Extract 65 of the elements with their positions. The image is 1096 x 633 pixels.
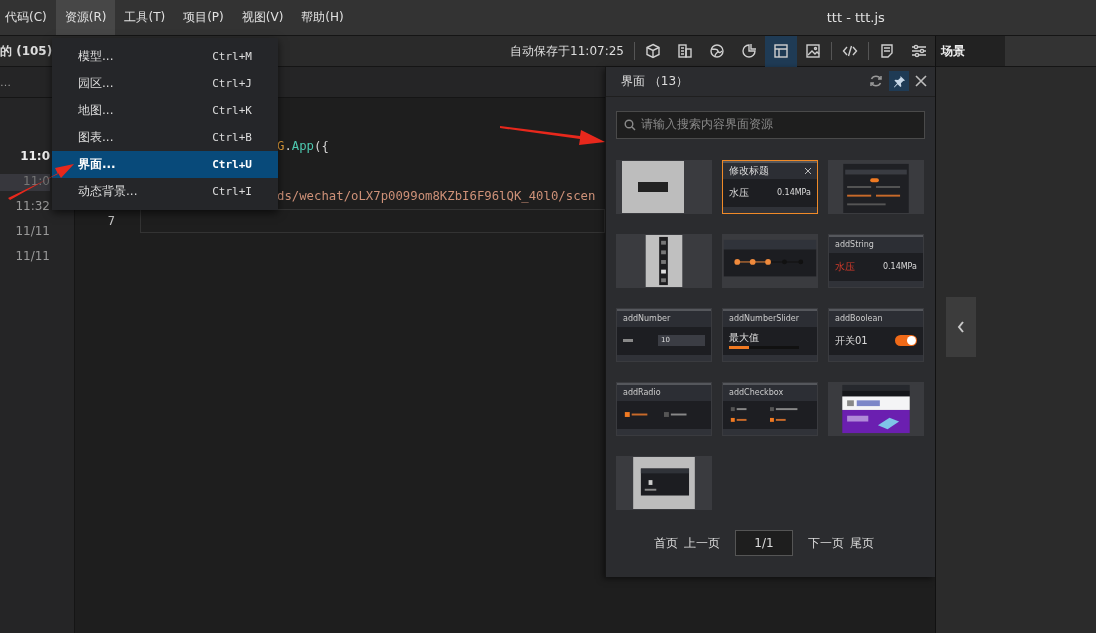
menu-item[interactable]: 工具(T) — [115, 0, 175, 35]
previous-page-link[interactable]: 上一页 — [684, 534, 720, 552]
button-preview-drawing — [638, 181, 668, 192]
history-item[interactable]: 11/11 — [0, 249, 50, 266]
history-item[interactable]: 11:0 — [0, 149, 50, 166]
field-label-drawing — [623, 339, 633, 343]
ui-thumbnail[interactable] — [616, 233, 712, 288]
next-page-link[interactable]: 下一页 — [808, 534, 844, 552]
refresh-icon[interactable] — [869, 74, 883, 89]
line-number: 7 — [107, 213, 115, 228]
menu-item[interactable]: 帮助(H) — [292, 0, 353, 35]
history-item[interactable]: 11/11 — [0, 224, 50, 241]
menu-item[interactable]: 园区... Ctrl+J — [52, 70, 278, 97]
menu-item[interactable]: 代码(C) — [0, 0, 56, 35]
card-title: addString — [835, 240, 874, 250]
ui-thumbnail[interactable] — [828, 381, 924, 436]
card-title: addCheckbox — [729, 388, 784, 398]
ui-thumbnail[interactable]: addString 水压 0.14MPa — [828, 233, 924, 288]
code-line: ds/wechat/oLX7p0099om8KZbI6F96lQK_40l0/scen — [277, 188, 596, 203]
panel-title: 的 (105) — [0, 42, 53, 60]
ui-thumbnail[interactable]: addCheckbox — [722, 381, 818, 436]
card-title: addNumber — [623, 314, 671, 324]
ui-thumbnail[interactable]: addBoolean 开关01 — [828, 307, 924, 362]
layout-icon[interactable] — [765, 35, 797, 67]
menu-item[interactable]: 资源(R) — [55, 0, 116, 35]
ui-thumbnail[interactable]: addNumberSlider 最大值 — [722, 307, 818, 362]
panel-title: 界面 （13） — [621, 72, 689, 90]
ui-thumbnail[interactable]: addRadio — [616, 381, 712, 436]
card-title: addBoolean — [835, 314, 883, 324]
card-title: 修改标题 — [729, 163, 769, 178]
card-title: addNumberSlider — [729, 314, 799, 324]
first-page-link[interactable]: 首页 — [654, 534, 678, 552]
history-item[interactable]: 11:32 — [0, 199, 50, 216]
menu-item[interactable]: 图表... Ctrl+B — [52, 124, 278, 151]
ui-thumbnail[interactable] — [828, 159, 924, 214]
menu-item[interactable]: 地图... Ctrl+K — [52, 97, 278, 124]
last-page-link[interactable]: 尾页 — [850, 534, 874, 552]
autosave-status: 自动保存于11:07:25 — [510, 42, 624, 60]
field-value: 0.14MPa — [776, 188, 811, 198]
ui-thumbnail[interactable] — [616, 455, 712, 510]
scene-tab[interactable]: 场景 — [936, 36, 1005, 66]
menu-item[interactable]: 视图(V) — [232, 0, 293, 35]
search-icon — [624, 118, 636, 131]
field-value: 0.14MPa — [882, 262, 917, 272]
search-field[interactable]: 请输入搜索内容界面资源 — [616, 110, 925, 139]
menu-item[interactable]: 动态背景... Ctrl+I — [52, 178, 278, 205]
field-label: 水压 — [835, 259, 855, 274]
menu-item[interactable]: 项目(P) — [174, 0, 233, 35]
page-field[interactable]: 1/1 — [735, 530, 793, 557]
pin-icon[interactable] — [889, 71, 909, 92]
code-line: G.App({ — [277, 138, 329, 153]
menu-item[interactable]: 界面... Ctrl+U — [52, 151, 278, 178]
close-icon[interactable] — [915, 75, 927, 88]
card-title: addRadio — [623, 388, 661, 398]
ui-thumbnail[interactable]: 修改标题 水压 0.14MPa — [722, 159, 818, 214]
menu-item[interactable]: 模型... Ctrl+M — [52, 43, 278, 70]
ui-thumbnail[interactable] — [722, 233, 818, 288]
ui-thumbnail[interactable] — [616, 159, 712, 214]
collapse-handle[interactable] — [946, 297, 976, 357]
field-label: 开关01 — [835, 333, 868, 348]
search-field[interactable]: … — [0, 75, 11, 89]
field-label: 最大值 — [729, 332, 760, 344]
field-label: 水压 — [729, 185, 749, 200]
close-icon — [805, 167, 811, 174]
window-title: ttt - ttt.js — [826, 10, 885, 25]
